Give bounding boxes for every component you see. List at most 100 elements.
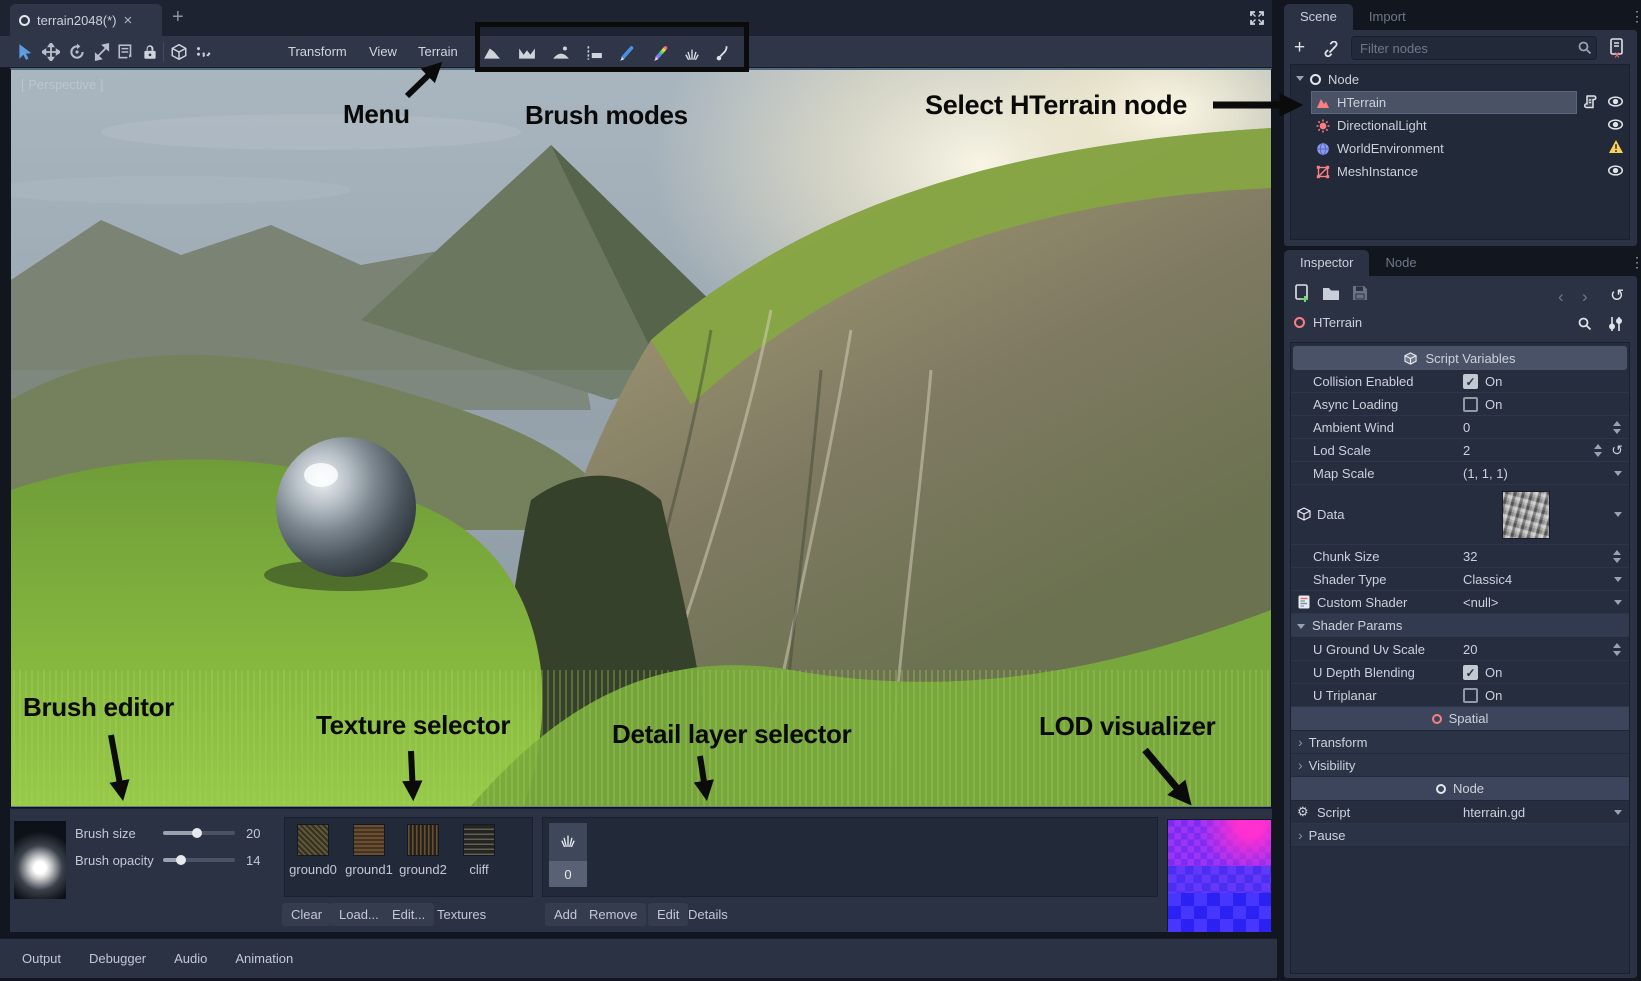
load-button[interactable]: Load... bbox=[330, 903, 388, 926]
checkbox-unchecked[interactable] bbox=[1463, 688, 1478, 703]
inspector-dock-menu-icon[interactable]: ⋮ bbox=[1630, 254, 1641, 271]
transform-menu[interactable]: Transform bbox=[288, 44, 347, 59]
brush-opacity-label: Brush opacity bbox=[75, 853, 154, 868]
search-properties-icon[interactable] bbox=[1578, 317, 1592, 331]
checkbox-unchecked[interactable] bbox=[1463, 397, 1478, 412]
tree-node-directionallight[interactable]: DirectionalLight bbox=[1316, 114, 1427, 137]
warning-icon[interactable] bbox=[1608, 139, 1624, 154]
chevron-down-icon[interactable] bbox=[1614, 471, 1622, 480]
edit-detail-button[interactable]: Edit bbox=[648, 903, 688, 926]
fullscreen-icon[interactable] bbox=[1249, 10, 1265, 26]
texture-thumb-ground2[interactable] bbox=[407, 824, 439, 856]
texture-thumb-ground0[interactable] bbox=[297, 824, 329, 856]
move-tool-icon[interactable] bbox=[42, 43, 60, 61]
script-variables-icon bbox=[1404, 352, 1417, 365]
scale-tool-icon[interactable] bbox=[93, 43, 111, 61]
section-transform[interactable]: › Transform bbox=[1291, 731, 1629, 754]
tab-inspector[interactable]: Inspector bbox=[1284, 250, 1369, 276]
new-resource-icon[interactable] bbox=[1294, 284, 1310, 303]
skeleton-options-icon[interactable] bbox=[194, 43, 212, 61]
debugger-tab[interactable]: Debugger bbox=[79, 947, 156, 970]
chevron-down-icon[interactable] bbox=[1614, 600, 1622, 609]
godot-editor-window: terrain2048(*) × + Transform View Terrai… bbox=[0, 0, 1641, 981]
viewport-3d[interactable]: [ Perspective ] bbox=[10, 68, 1272, 808]
category-spatial: Spatial bbox=[1291, 707, 1629, 731]
section-shader-params[interactable]: Shader Params bbox=[1291, 614, 1629, 638]
section-visibility[interactable]: › Visibility bbox=[1291, 754, 1629, 777]
edit-texture-button[interactable]: Edit... bbox=[383, 903, 434, 926]
brush-size-slider[interactable] bbox=[163, 831, 235, 835]
chevron-down-icon[interactable] bbox=[1614, 810, 1622, 819]
property-async-loading: Async Loading On bbox=[1291, 393, 1629, 416]
collapse-chevron-icon[interactable] bbox=[1296, 76, 1304, 85]
visibility-eye-icon[interactable] bbox=[1607, 94, 1624, 109]
grass-detail-icon bbox=[559, 829, 577, 849]
tree-node-worldenvironment[interactable]: WorldEnvironment bbox=[1316, 137, 1444, 160]
tab-import[interactable]: Import bbox=[1353, 4, 1422, 30]
visibility-eye-icon[interactable] bbox=[1607, 117, 1624, 132]
brush-opacity-slider-knob[interactable] bbox=[176, 855, 186, 865]
details-label[interactable]: Details bbox=[688, 907, 728, 922]
audio-tab[interactable]: Audio bbox=[164, 947, 217, 970]
terrain-menu[interactable]: Terrain bbox=[418, 44, 458, 59]
tab-terrain2048[interactable]: terrain2048(*) × bbox=[10, 4, 162, 36]
texture-thumb-ground1[interactable] bbox=[353, 824, 385, 856]
chevron-down-icon[interactable] bbox=[1614, 577, 1622, 586]
dock-splitter[interactable] bbox=[1272, 0, 1284, 981]
filter-nodes-input[interactable] bbox=[1351, 36, 1597, 60]
detail-layer-item-0[interactable]: 0 bbox=[549, 823, 587, 887]
property-u-triplanar: U Triplanar On bbox=[1291, 684, 1629, 707]
scene-dock-menu-icon[interactable]: ⋮ bbox=[1630, 8, 1641, 25]
property-tools-icon[interactable] bbox=[1608, 316, 1623, 332]
tree-node-hterrain[interactable]: HTerrain bbox=[1316, 91, 1386, 114]
output-tab[interactable]: Output bbox=[12, 947, 71, 970]
clear-button[interactable]: Clear bbox=[282, 903, 331, 926]
detail-layer-index: 0 bbox=[549, 861, 587, 887]
tree-node-meshinstance[interactable]: MeshInstance bbox=[1316, 160, 1418, 183]
clear-script-filter-icon[interactable]: x bbox=[1608, 38, 1626, 58]
textures-label[interactable]: Textures bbox=[437, 907, 486, 922]
texture-name: ground1 bbox=[343, 862, 395, 877]
close-icon[interactable]: × bbox=[124, 13, 133, 28]
tab-node[interactable]: Node bbox=[1369, 250, 1432, 276]
object-history-icon[interactable]: ↺ bbox=[1610, 286, 1624, 306]
add-node-icon[interactable]: + bbox=[1294, 37, 1305, 59]
revert-icon[interactable]: ↺ bbox=[1611, 442, 1623, 459]
spatial-icon bbox=[1432, 714, 1442, 724]
perspective-label[interactable]: [ Perspective ] bbox=[21, 77, 103, 92]
tab-scene[interactable]: Scene bbox=[1284, 4, 1353, 30]
spinner-icon[interactable] bbox=[1594, 443, 1603, 458]
annotation-lod-visualizer: LOD visualizer bbox=[1039, 711, 1215, 742]
visibility-eye-icon[interactable] bbox=[1607, 163, 1624, 178]
list-select-tool-icon[interactable] bbox=[117, 43, 135, 61]
instance-scene-icon[interactable] bbox=[1322, 41, 1338, 57]
heightmap-data-thumbnail[interactable] bbox=[1502, 491, 1550, 539]
animation-tab[interactable]: Animation bbox=[225, 947, 303, 970]
rotate-tool-icon[interactable] bbox=[68, 43, 86, 61]
detail-layer-box: 0 bbox=[542, 817, 1158, 897]
select-tool-icon[interactable] bbox=[16, 43, 34, 61]
brush-opacity-slider[interactable] bbox=[163, 858, 235, 862]
spinner-icon[interactable] bbox=[1613, 642, 1622, 657]
script-variables-header[interactable]: Script Variables bbox=[1293, 346, 1627, 370]
texture-name: cliff bbox=[453, 862, 505, 877]
brush-size-slider-knob[interactable] bbox=[192, 828, 202, 838]
hterrain-icon bbox=[1316, 96, 1330, 110]
brush-shape-preview[interactable] bbox=[14, 821, 66, 899]
load-resource-folder-icon[interactable] bbox=[1322, 286, 1340, 301]
remove-detail-button[interactable]: Remove bbox=[580, 903, 646, 926]
property-ambient-wind: Ambient Wind 0 bbox=[1291, 416, 1629, 439]
object-gizmo-icon[interactable] bbox=[170, 43, 188, 61]
view-menu[interactable]: View bbox=[369, 44, 397, 59]
lock-icon[interactable] bbox=[141, 43, 159, 61]
spinner-icon[interactable] bbox=[1613, 549, 1622, 564]
chevron-down-icon[interactable] bbox=[1614, 512, 1622, 521]
checkbox-checked[interactable]: ✓ bbox=[1463, 374, 1478, 389]
spinner-icon[interactable] bbox=[1613, 420, 1622, 435]
texture-thumb-cliff[interactable] bbox=[463, 824, 495, 856]
new-scene-tab-button[interactable]: + bbox=[172, 6, 184, 29]
script-attached-icon[interactable] bbox=[1583, 94, 1597, 110]
checkbox-checked[interactable]: ✓ bbox=[1463, 665, 1478, 680]
tree-node-root[interactable]: Node bbox=[1310, 68, 1359, 91]
section-pause[interactable]: › Pause bbox=[1291, 824, 1629, 847]
